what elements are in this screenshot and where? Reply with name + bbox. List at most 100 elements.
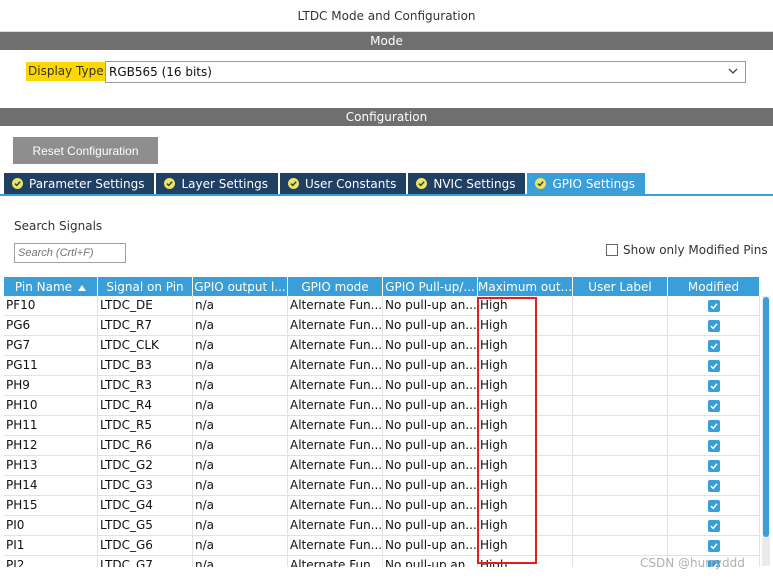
configuration-tabs: Parameter Settings Layer Settings User Con… [4,173,647,194]
cell-modified [668,496,760,515]
table-row[interactable]: PH9 LTDC_R3 n/a Alternate Fun... No pull-up … [4,376,760,396]
search-input[interactable] [14,243,126,263]
cell-output: n/a [193,416,288,435]
cell-output: n/a [193,396,288,415]
tab-gpio-settings[interactable]: GPIO Settings [527,173,646,194]
modified-checkbox[interactable] [707,419,720,432]
cell-mode: Alternate Fun... [288,476,383,495]
cell-pin: PH9 [4,376,98,395]
cell-pull: No pull-up an... [383,536,478,555]
cell-mode: Alternate Fun... [288,436,383,455]
table-row[interactable]: PH12 LTDC_R6 n/a Alternate Fun... No pull-up… [4,436,760,456]
cell-mode: Alternate Fun... [288,416,383,435]
table-row[interactable]: PI1 LTDC_G6 n/a Alternate Fun... No pull-up … [4,536,760,556]
table-row[interactable]: PI0 LTDC_G5 n/a Alternate Fun... No pull-up … [4,516,760,536]
cell-speed: High [478,416,573,435]
column-header[interactable]: GPIO mode [288,277,383,296]
modified-checkbox[interactable] [707,519,720,532]
tab-layer-settings[interactable]: Layer Settings [156,173,278,194]
cell-output: n/a [193,516,288,535]
cell-pin: PH13 [4,456,98,475]
cell-modified [668,516,760,535]
modified-checkbox[interactable] [707,379,720,392]
column-header[interactable]: GPIO Pull-up/... [383,277,478,296]
table-row[interactable]: PG11 LTDC_B3 n/a Alternate Fun... No pull-up… [4,356,760,376]
table-row[interactable]: PG7 LTDC_CLK n/a Alternate Fun... No pull-up… [4,336,760,356]
table-body: PF10 LTDC_DE n/a Alternate Fun... No pull-up… [4,296,760,567]
column-header-label: Maximum out... [478,279,573,294]
column-header[interactable]: Modified [668,277,760,296]
cell-pin: PH11 [4,416,98,435]
tab-parameter-settings[interactable]: Parameter Settings [4,173,155,194]
column-header[interactable]: User Label [573,277,668,296]
cell-modified [668,416,760,435]
column-header[interactable]: Pin Name [4,277,98,296]
tab-label: Layer Settings [181,176,268,191]
modified-checkbox[interactable] [707,439,720,452]
cell-pull: No pull-up an... [383,516,478,535]
cell-speed: High [478,436,573,455]
cell-signal: LTDC_DE [98,296,193,315]
cell-pin: PH12 [4,436,98,455]
modified-checkbox[interactable] [707,399,720,412]
cell-mode: Alternate Fun... [288,296,383,315]
column-header[interactable]: Signal on Pin [98,277,193,296]
show-modified-toggle[interactable]: Show only Modified Pins [606,243,768,257]
cell-signal: LTDC_G5 [98,516,193,535]
display-type-label: Display Type [26,62,106,81]
show-modified-checkbox[interactable] [606,244,618,256]
modified-checkbox[interactable] [707,499,720,512]
modified-checkbox[interactable] [707,299,720,312]
cell-speed: High [478,376,573,395]
column-header-label: Modified [687,279,740,294]
cell-pin: PG7 [4,336,98,355]
column-header[interactable]: GPIO output l... [193,277,288,296]
cell-speed: High [478,356,573,375]
cell-pull: No pull-up an... [383,396,478,415]
column-header-label: GPIO output l... [194,279,286,294]
column-header-label: Signal on Pin [106,279,184,294]
column-header-label: GPIO mode [301,279,369,294]
column-header[interactable]: Maximum out... [478,277,573,296]
table-row[interactable]: PH10 LTDC_R4 n/a Alternate Fun... No pull-up… [4,396,760,416]
modified-checkbox[interactable] [707,319,720,332]
cell-signal: LTDC_R4 [98,396,193,415]
modified-checkbox[interactable] [707,459,720,472]
modified-checkbox[interactable] [707,479,720,492]
tab-underline [0,194,773,196]
tab-nvic-settings[interactable]: NVIC Settings [408,173,526,194]
tab-label: Parameter Settings [29,176,145,191]
cell-label [573,516,668,535]
cell-modified [668,316,760,335]
cell-mode: Alternate Fun... [288,356,383,375]
sort-ascending-icon [78,280,87,294]
cell-modified [668,436,760,455]
cell-speed: High [478,336,573,355]
cell-label [573,336,668,355]
cell-label [573,536,668,555]
cell-signal: LTDC_R3 [98,376,193,395]
cell-signal: LTDC_R7 [98,316,193,335]
tab-user-constants[interactable]: User Constants [279,173,407,194]
cell-output: n/a [193,356,288,375]
display-type-select[interactable]: RGB565 (16 bits) [105,61,746,83]
table-row[interactable]: PG6 LTDC_R7 n/a Alternate Fun... No pull-up … [4,316,760,336]
check-circle-icon [287,178,299,189]
cell-speed: High [478,456,573,475]
cell-speed: High [478,556,573,567]
modified-checkbox[interactable] [707,359,720,372]
table-row[interactable]: PH15 LTDC_G4 n/a Alternate Fun... No pull-up… [4,496,760,516]
cell-label [573,376,668,395]
modified-checkbox[interactable] [707,339,720,352]
table-row[interactable]: PH14 LTDC_G3 n/a Alternate Fun... No pull-up… [4,476,760,496]
window-title: LTDC Mode and Configuration [0,0,773,32]
table-row[interactable]: PF10 LTDC_DE n/a Alternate Fun... No pull-up… [4,296,760,316]
reset-configuration-button[interactable]: Reset Configuration [13,137,158,164]
table-row[interactable]: PH11 LTDC_R5 n/a Alternate Fun... No pull-up… [4,416,760,436]
scrollbar-thumb[interactable] [763,297,769,537]
cell-speed: High [478,396,573,415]
table-row[interactable]: PH13 LTDC_G2 n/a Alternate Fun... No pull-up… [4,456,760,476]
watermark: CSDN @hurryddd [640,556,745,570]
modified-checkbox[interactable] [707,539,720,552]
display-type-value: RGB565 (16 bits) [109,65,212,79]
